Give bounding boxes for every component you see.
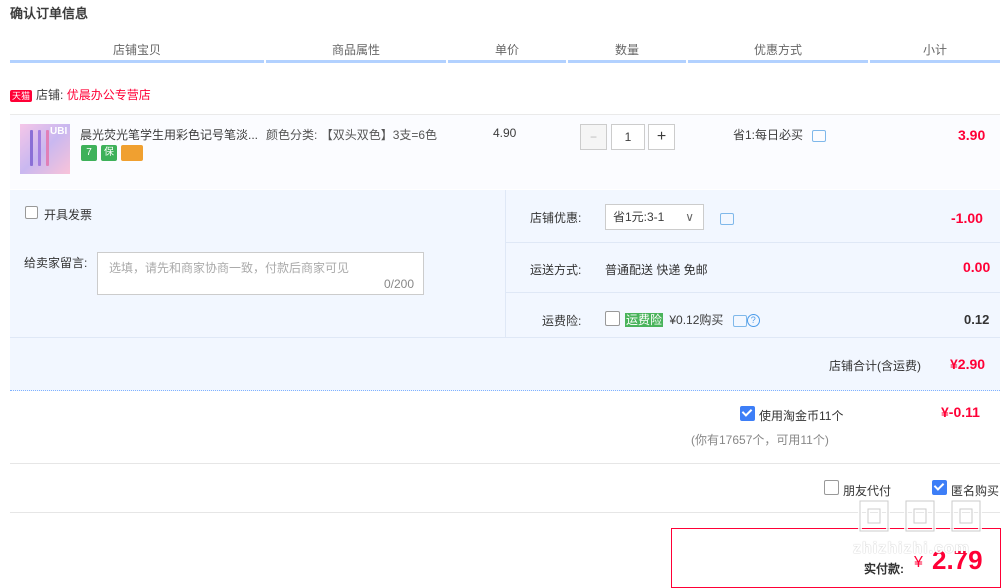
discount-text: 省1:每日必买 (733, 128, 804, 142)
column-header-attributes: 商品属性 (331, 43, 380, 57)
coins-amount: ¥-0.11 (941, 404, 980, 420)
shop-discount-amount: -1.00 (951, 210, 983, 226)
freight-insurance-option: 运费险 ¥0.12购买 ? (625, 311, 760, 328)
header-divider (448, 60, 566, 63)
panel-divider (505, 242, 1000, 243)
item-discount: 省1:每日必买 (733, 126, 827, 143)
column-header-subtotal: 小计 (922, 43, 947, 57)
header-divider (688, 60, 868, 63)
freight-insurance-checkbox[interactable] (605, 311, 620, 326)
panel-divider (505, 190, 506, 337)
chat-icon[interactable] (720, 212, 734, 225)
credit-card-icon[interactable] (121, 145, 143, 161)
column-header-discount: 优惠方式 (753, 43, 802, 57)
friend-pay-checkbox[interactable] (824, 480, 839, 495)
shop-total-label: 店铺合计(含运费) (829, 359, 921, 373)
column-header-unit-price: 单价 (494, 43, 519, 57)
pen-icon (30, 130, 33, 166)
guarantee-icon[interactable]: 保 (101, 145, 117, 161)
thumbnail-brand-text: UBI (50, 126, 68, 137)
invoice-checkbox[interactable] (25, 206, 38, 219)
watermark-logo (856, 497, 996, 537)
anonymous-checkbox[interactable] (932, 480, 947, 495)
shop-discount-selected: 省1元:3-1 (613, 210, 665, 224)
shop-line: 天猫 店铺: 优晨办公专营店 (10, 86, 151, 103)
tmall-badge-icon: 天猫 (10, 89, 33, 102)
chat-icon[interactable] (732, 314, 747, 327)
item-attributes: 颜色分类: 【双头双色】3支=6色 (266, 126, 446, 145)
quantity-input[interactable]: 1 (611, 124, 645, 150)
header-divider (568, 60, 686, 63)
item-title-link[interactable]: 晨光荧光笔学生用彩色记号笔淡... (80, 126, 260, 143)
chat-icon[interactable] (812, 129, 827, 142)
product-thumbnail[interactable]: UBI (20, 124, 70, 174)
unit-price: 4.90 (493, 126, 517, 140)
quantity-decrease-button[interactable]: − (580, 124, 607, 150)
header-divider (10, 60, 264, 63)
freight-insurance-amount: 0.12 (964, 312, 990, 327)
shipping-label: 运送方式: (530, 263, 582, 277)
shop-discount-select[interactable]: 省1元:3-1 ∨ (605, 204, 704, 230)
shop-discount-label: 店铺优惠: (530, 211, 582, 225)
watermark-text: zhizhizhi.com (853, 540, 970, 557)
shop-name-link[interactable]: 优晨办公专营店 (67, 88, 151, 102)
help-icon[interactable]: ? (746, 314, 760, 328)
item-subtotal: 3.90 (958, 127, 986, 143)
quantity-increase-button[interactable]: + (648, 124, 675, 150)
attr-value: 【双头双色】3支=6色 (320, 128, 438, 142)
divider (10, 463, 1000, 464)
shop-label: 店铺: (36, 88, 64, 102)
freight-insurance-price: ¥0.12购买 (669, 313, 724, 327)
message-label: 给卖家留言: (24, 256, 88, 270)
pen-icon (38, 130, 41, 166)
header-divider (870, 60, 1000, 63)
column-header-item: 店铺宝贝 (112, 43, 161, 57)
shipping-amount: 0.00 (963, 259, 991, 275)
invoice-label: 开具发票 (44, 208, 93, 222)
coins-checkbox[interactable] (740, 406, 755, 421)
coins-note: (你有17657个，可用11个) (691, 433, 829, 447)
message-textarea[interactable]: 选填，请先和商家协商一致，付款后商家可见 0/200 (97, 252, 424, 295)
message-counter: 0/200 (383, 277, 414, 291)
shop-total-amount: ¥2.90 (950, 356, 986, 372)
seven-day-return-icon[interactable]: 7 (81, 145, 97, 161)
freight-insurance-label: 运费险: (542, 314, 582, 328)
freight-insurance-tag: 运费险 (625, 313, 664, 327)
shipping-method: 普通配送 快递 免邮 (605, 263, 708, 277)
page-title: 确认订单信息 (10, 6, 89, 21)
pen-icon (46, 130, 49, 166)
divider (10, 512, 1000, 513)
header-divider (266, 60, 446, 63)
panel-divider (505, 292, 1000, 293)
attr-label: 颜色分类: (266, 128, 318, 142)
panel-divider (10, 337, 1000, 338)
column-header-quantity: 数量 (614, 43, 639, 57)
coins-label: 使用淘金币11个 (759, 409, 844, 423)
payment-label: 实付款: (864, 562, 904, 576)
message-placeholder: 选填，请先和商家协商一致，付款后商家可见 (109, 261, 350, 275)
chevron-down-icon: ∨ (685, 210, 694, 224)
